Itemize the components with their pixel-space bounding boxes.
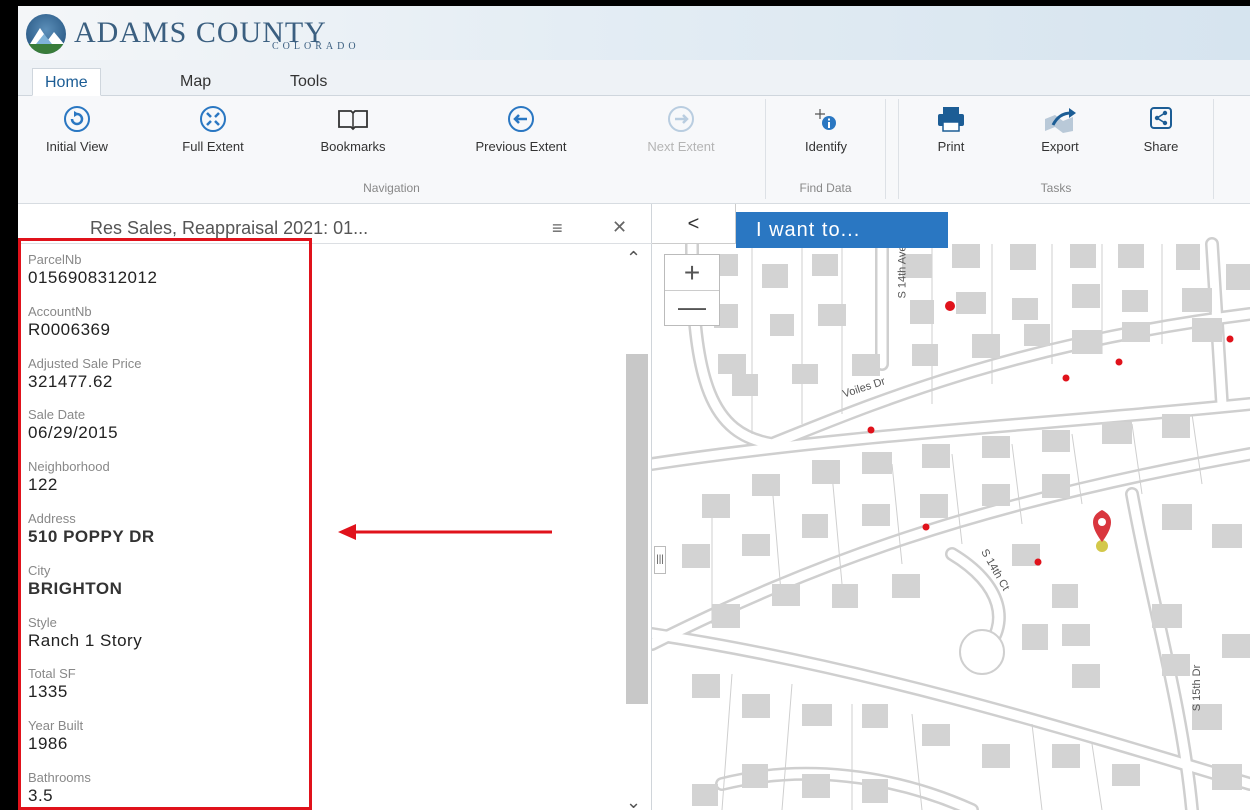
print-label: Print [937, 139, 965, 154]
bookmarks-button[interactable]: Bookmarks [308, 105, 398, 154]
app-window: ADAMS COUNTY COLORADO Home Map Tools Ini… [18, 6, 1250, 810]
panel-title: Res Sales, Reappraisal 2021: 01... [90, 218, 369, 238]
export-button[interactable]: Export [1025, 105, 1095, 154]
bookmarks-icon [338, 110, 368, 131]
street-label: S 15th Dr [1191, 664, 1204, 712]
tasks-group: Print Export Share Tasks [898, 99, 1214, 199]
map-canvas[interactable] [652, 204, 1250, 810]
zoom-out-button[interactable]: — [665, 291, 719, 327]
find-data-group-label: Find Data [799, 181, 852, 195]
full-extent-icon [200, 106, 226, 132]
tab-tools[interactable]: Tools [278, 68, 339, 96]
find-data-group: Identify Find Data [766, 99, 886, 199]
tab-map[interactable]: Map [168, 68, 223, 96]
scrollbar-thumb[interactable] [626, 354, 648, 704]
close-icon[interactable]: ✕ [612, 217, 627, 238]
app-header: ADAMS COUNTY COLORADO [18, 6, 1250, 60]
full-extent-label: Full Extent [182, 139, 244, 154]
navigation-group: Initial View Full Extent Bookmarks Previ… [18, 99, 766, 199]
previous-extent-button[interactable]: Previous Extent [446, 105, 596, 154]
ribbon-toolbar: Initial View Full Extent Bookmarks Previ… [18, 96, 1250, 204]
annotation-arrow-icon [338, 524, 552, 540]
panel-scrollbar[interactable]: ⌃ ⌄ [622, 244, 648, 810]
next-extent-label: Next Extent [647, 139, 715, 154]
brand-subtitle: COLORADO [272, 41, 360, 52]
initial-view-label: Initial View [46, 139, 108, 154]
scroll-down-icon[interactable]: ⌄ [626, 792, 641, 810]
zoom-in-button[interactable]: + [665, 255, 719, 291]
ribbon-tabs: Home Map Tools [18, 60, 1250, 96]
zoom-control: + — [664, 254, 720, 326]
bookmarks-label: Bookmarks [320, 139, 386, 154]
highlight-box [18, 238, 312, 810]
identify-button[interactable]: Identify [786, 105, 866, 154]
street-label: S 14th Ave [896, 245, 909, 299]
export-label: Export [1041, 139, 1079, 154]
identify-icon [815, 109, 836, 130]
previous-extent-label: Previous Extent [475, 139, 567, 154]
county-logo [26, 14, 66, 54]
print-icon [938, 107, 964, 132]
next-extent-button[interactable]: Next Extent [622, 105, 740, 154]
i-want-to-button[interactable]: I want to... [736, 212, 948, 248]
next-extent-icon [668, 106, 694, 132]
print-button[interactable]: Print [921, 105, 981, 154]
share-label: Share [1143, 139, 1179, 154]
share-button[interactable]: Share [1131, 105, 1191, 154]
panel-resize-handle[interactable]: ||| [654, 546, 666, 574]
initial-view-icon [64, 106, 90, 132]
initial-view-button[interactable]: Initial View [32, 105, 122, 154]
previous-extent-icon [508, 106, 534, 132]
share-icon [1150, 107, 1172, 129]
map-view[interactable]: S 14th Ave Voiles Dr S 14th Ct S 15th Dr… [652, 204, 1250, 810]
navigation-group-label: Navigation [363, 181, 420, 195]
tab-home[interactable]: Home [32, 68, 101, 96]
tasks-group-label: Tasks [1040, 181, 1072, 195]
export-icon [1045, 108, 1076, 133]
panel-menu-icon[interactable]: ≡ [552, 218, 563, 239]
full-extent-button[interactable]: Full Extent [170, 105, 256, 154]
identify-label: Identify [805, 139, 847, 154]
scroll-up-icon[interactable]: ⌃ [626, 248, 641, 269]
map-collapse-panel-button[interactable]: < [652, 204, 736, 244]
